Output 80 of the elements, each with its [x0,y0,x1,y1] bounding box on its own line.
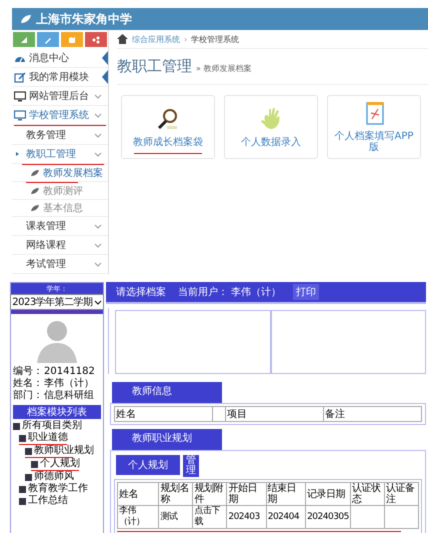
chevron-icon [94,222,102,230]
field-value: 李伟（计） [44,378,94,390]
field-value: 信息科研组 [44,390,94,402]
breadcrumb-item: 学校管理系统 [191,34,240,44]
field-label: 部门： [13,390,43,402]
chevron-icon [94,260,102,268]
module-card[interactable]: 个人数据录入 [224,95,318,159]
section-header: 教师职业规划 [112,429,222,450]
section-header: 教师信息 [112,382,222,403]
arrow-icon [16,152,19,156]
module-card[interactable]: 教师成长档案袋 [121,95,215,159]
table-cell: 测试 [158,506,193,528]
menu-item[interactable]: 我的常用模块 [12,68,108,87]
chevron-icon [94,92,102,100]
table-cell: 李伟（计） [118,506,159,528]
field-label: 编号： [13,366,43,378]
school-name: 上海市朱家角中学 [36,10,132,28]
menu-item[interactable]: 考试管理 [12,255,108,274]
tree-item[interactable]: 个人规划 [11,458,103,470]
chevron-icon [94,150,102,158]
share-icon [91,34,101,44]
field-value: 20141182 [44,366,95,378]
print-button[interactable]: 打印 [293,284,320,300]
tree-item[interactable]: 教育教学工作 [11,483,103,495]
column-header: 开始日期 [226,482,266,506]
chevron-icon [94,132,102,138]
menu-item[interactable]: 教务管理 [12,126,108,145]
toolbar-button[interactable] [37,32,59,47]
column-header: 结束日期 [266,482,306,506]
home-icon [117,34,128,44]
tree-item[interactable]: 师德师风 [11,471,103,483]
leaf-icon [20,14,32,24]
download-link[interactable]: 点击下载 [192,506,227,528]
toolbar-button[interactable] [13,32,35,47]
tree-item[interactable]: 所有项目类别 [11,420,103,432]
table-cell: 20240305 [306,506,350,528]
field-label: 姓名： [13,378,43,390]
toolbar-button[interactable] [61,32,83,47]
table-cell [212,406,226,422]
column-header: 规划名称 [158,482,193,506]
tree-item[interactable]: 工作总结 [11,495,103,507]
column-header: 认证备注 [384,482,418,506]
tab[interactable]: 个人规划 [116,455,180,475]
monitor-icon [14,110,26,120]
column-header: 规划附件 [192,482,227,506]
magnifier-icon [156,106,180,130]
menu-item[interactable]: 基本信息 [12,200,108,217]
edit-icon [14,72,26,82]
menu-item[interactable]: 消息中心 [12,49,108,68]
breadcrumb-link[interactable]: 综合应用系统 [132,34,180,44]
column-header: 姓名 [118,482,159,506]
column-header: 认证状态 [350,482,384,506]
monitor-icon [14,90,26,102]
chevron-icon [94,112,102,118]
manage-button[interactable]: 管理 [183,455,199,477]
column-header: 记录日期 [306,482,350,506]
module-card[interactable]: 个人档案填写APP版 [327,95,421,159]
menu-item[interactable]: 课表管理 [12,217,108,236]
table-cell: 姓名 [114,406,213,422]
pointer-icon [102,70,108,84]
table-cell: 202404 [266,506,306,528]
pointer-icon [102,51,108,65]
header-title: 请选择档案 [116,286,166,299]
chevron-icon [94,298,102,306]
separator-icon: › [184,34,188,44]
table-cell: 备注 [323,406,422,422]
table-cell: 项目 [225,406,324,422]
tree-item[interactable]: 教师职业规划 [11,445,103,457]
chevron-icon [94,242,102,248]
toolbar-button[interactable] [85,32,107,47]
page-subtitle: » 教师发展档案 [196,63,252,74]
tree-item[interactable]: 职业道德 [11,432,103,444]
user-label: 当前用户： 李伟（计） [178,286,282,299]
menu-item[interactable]: 教师测评 [12,183,108,200]
table-cell: 202403 [226,506,266,528]
page-title: 教职工管理 [117,57,192,76]
menu-item[interactable]: 网络课程 [12,236,108,255]
tree-header: 档案模块列表 [13,405,101,419]
term-select[interactable]: 2023学年第二学期 [10,294,104,310]
menu-item[interactable]: 网站管理后台 [12,87,108,106]
